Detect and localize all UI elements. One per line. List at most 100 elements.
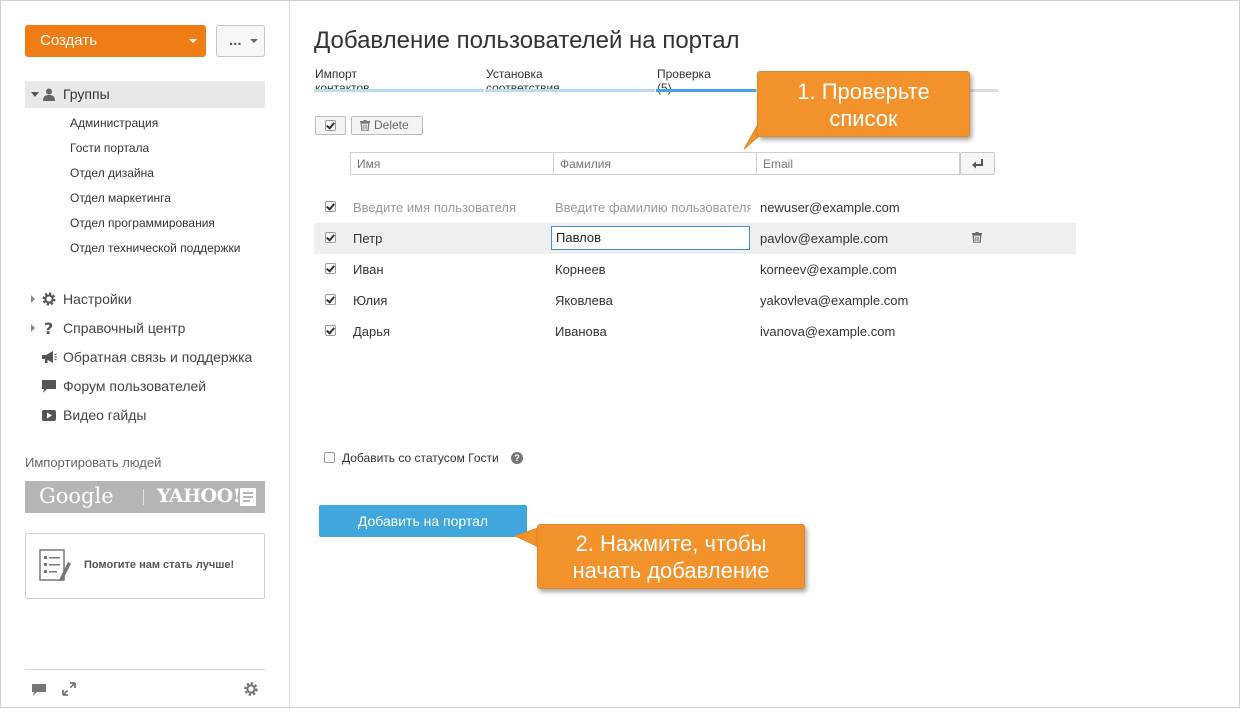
speech-bubble-icon — [42, 380, 56, 393]
chevron-down-icon — [250, 39, 258, 43]
first-name-input[interactable] — [350, 152, 554, 175]
last-name-cell[interactable]: Введите фамилию пользователя — [555, 200, 751, 215]
person-icon — [43, 88, 55, 101]
last-name-cell[interactable]: Яковлева — [555, 293, 751, 308]
sidebar-item-video-guides[interactable]: Видео гайды — [31, 404, 252, 433]
group-item[interactable]: Отдел технической поддержки — [70, 238, 240, 263]
feedback-banner[interactable]: Помогите нам стать лучше! — [25, 533, 265, 599]
table-row: Иван Корнеев korneev@example.com — [314, 254, 1076, 285]
select-all-button[interactable] — [315, 116, 346, 135]
table-row: Петр Павлов pavlov@example.com — [314, 223, 1076, 254]
delete-button[interactable]: Delete — [351, 116, 423, 135]
select-all-checkbox[interactable] — [325, 120, 336, 131]
row-checkbox[interactable] — [325, 232, 336, 243]
table-row: Дарья Иванова ivanova@example.com — [314, 316, 1076, 347]
callout-step-1-line2: список — [829, 106, 898, 131]
chevron-down-icon — [189, 39, 197, 43]
group-item[interactable]: Отдел программирования — [70, 213, 240, 238]
sidebar-item-help-center[interactable]: ? Справочный центр — [31, 317, 252, 346]
sidebar-item-forum[interactable]: Форум пользователей — [31, 375, 252, 404]
more-actions-label: ... — [229, 32, 242, 49]
sidebar-item-label: Справочный центр — [63, 320, 186, 336]
group-item[interactable]: Администрация — [70, 113, 240, 138]
first-name-cell[interactable]: Петр — [353, 231, 382, 246]
users-table: Введите имя пользователя Введите фамилию… — [314, 192, 1076, 347]
first-name-cell[interactable]: Введите имя пользователя — [353, 200, 516, 215]
group-item[interactable]: Отдел дизайна — [70, 163, 240, 188]
sidebar-item-groups[interactable]: Группы — [25, 81, 265, 108]
row-checkbox[interactable] — [325, 325, 336, 336]
first-name-cell[interactable]: Дарья — [353, 324, 390, 339]
group-item[interactable]: Отдел маркетинга — [70, 188, 240, 213]
last-name-cell[interactable]: Корнеев — [555, 262, 751, 277]
help-icon[interactable]: ? — [511, 452, 523, 464]
enter-icon — [972, 159, 983, 169]
sidebar-item-label: Видео гайды — [63, 407, 147, 423]
chat-icon[interactable] — [31, 683, 47, 697]
callout-step-1: 1. Проверьте список — [757, 71, 970, 137]
gear-icon[interactable] — [243, 681, 259, 697]
email-cell[interactable]: korneev@example.com — [760, 262, 897, 277]
sidebar-nav: Настройки ? Справочный центр Обратная св… — [31, 288, 252, 433]
create-button[interactable]: Создать — [25, 25, 206, 57]
question-icon: ? — [44, 320, 53, 336]
sidebar-footer — [25, 669, 265, 707]
guest-status-label[interactable]: Добавить со статусом Гости — [342, 451, 499, 465]
callout-step-1-line1: 1. Проверьте — [797, 79, 930, 104]
delete-button-label: Delete — [374, 118, 409, 132]
divider — [143, 489, 144, 505]
guest-status-checkbox[interactable] — [324, 452, 335, 463]
first-name-cell[interactable]: Юлия — [353, 293, 387, 308]
import-services-bar: Google YAHOO! — [25, 481, 265, 513]
svg-text:?: ? — [44, 320, 53, 336]
page-title: Добавление пользователей на портал — [314, 27, 740, 54]
more-actions-button[interactable]: ... — [216, 25, 265, 57]
email-cell[interactable]: yakovleva@example.com — [760, 293, 908, 308]
table-row: Юлия Яковлева yakovleva@example.com — [314, 285, 1076, 316]
last-name-edit-field[interactable]: Павлов — [551, 226, 750, 250]
trash-icon — [360, 120, 370, 131]
callout-step-2-line1: 2. Нажмите, чтобы — [575, 531, 767, 556]
last-name-cell[interactable]: Иванова — [555, 324, 751, 339]
callout-step-2-line2: начать добавление — [572, 558, 770, 583]
add-to-portal-button[interactable]: Добавить на портал — [319, 505, 527, 537]
step-progress-done — [314, 89, 484, 92]
email-cell[interactable]: pavlov@example.com — [760, 231, 888, 246]
email-input[interactable] — [756, 152, 960, 175]
callout-step-2: 2. Нажмите, чтобы начать добавление — [537, 524, 805, 589]
group-item[interactable]: Гости портала — [70, 138, 240, 163]
step-progress-done — [485, 89, 655, 92]
last-name-input[interactable] — [553, 152, 757, 175]
add-row-button[interactable] — [960, 152, 995, 175]
sidebar-item-label: Обратная связь и поддержка — [63, 349, 253, 365]
import-file-icon[interactable] — [239, 487, 257, 507]
chevron-right-icon — [31, 324, 35, 332]
import-yahoo-button[interactable]: YAHOO! — [157, 485, 241, 507]
row-checkbox[interactable] — [325, 294, 336, 305]
row-checkbox[interactable] — [325, 201, 336, 212]
sidebar-item-label: Форум пользователей — [63, 378, 207, 394]
survey-icon — [39, 549, 71, 581]
expand-triangle-icon[interactable] — [31, 92, 39, 97]
gear-icon — [42, 292, 56, 306]
sidebar-item-settings[interactable]: Настройки — [31, 288, 252, 317]
table-row: Введите имя пользователя Введите фамилию… — [314, 192, 1076, 223]
email-cell[interactable]: newuser@example.com — [760, 200, 900, 215]
sidebar-item-feedback[interactable]: Обратная связь и поддержка — [31, 346, 252, 375]
expand-icon[interactable] — [62, 682, 76, 696]
import-google-button[interactable]: Google — [39, 484, 114, 508]
step-progress-active — [656, 89, 756, 92]
sidebar-item-label: Настройки — [63, 291, 132, 307]
first-name-cell[interactable]: Иван — [353, 262, 384, 277]
create-button-label: Создать — [40, 32, 98, 49]
chevron-right-icon — [31, 295, 35, 303]
email-cell[interactable]: ivanova@example.com — [760, 324, 895, 339]
sidebar-item-groups-label: Группы — [63, 86, 110, 102]
feedback-banner-text: Помогите нам стать лучше! — [84, 559, 235, 571]
row-checkbox[interactable] — [325, 263, 336, 274]
trash-icon[interactable] — [972, 232, 982, 243]
megaphone-icon — [42, 351, 57, 363]
sidebar: Создать ... Группы Администрация Гости п… — [1, 1, 290, 707]
video-icon — [42, 410, 56, 421]
group-list: Администрация Гости портала Отдел дизайн… — [70, 113, 240, 263]
